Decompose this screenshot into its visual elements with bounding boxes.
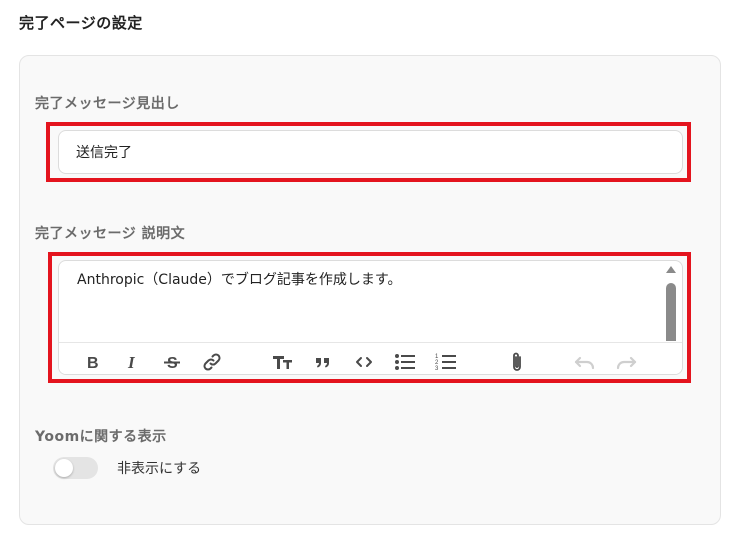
section-title: 完了ページの設定	[19, 14, 143, 32]
undo-button[interactable]	[573, 350, 597, 374]
code-button[interactable]	[352, 350, 376, 374]
redo-icon	[616, 356, 637, 370]
redo-button[interactable]	[614, 350, 638, 374]
description-editor-text[interactable]: Anthropic（Claude）でブログ記事を作成します。	[77, 269, 402, 289]
scroll-up-arrow-icon[interactable]	[666, 266, 676, 273]
strikethrough-icon: S	[164, 355, 180, 371]
quote-icon	[316, 358, 329, 368]
bullet-list-icon	[395, 354, 415, 370]
description-editor[interactable]: Anthropic（Claude）でブログ記事を作成します。 B I S	[58, 260, 683, 375]
svg-text:B: B	[87, 355, 99, 370]
description-highlight-box: Anthropic（Claude）でブログ記事を作成します。 B I S	[48, 252, 691, 383]
editor-toolbar: B I S 123	[59, 342, 682, 374]
heading-input-value: 送信完了	[76, 145, 132, 161]
hide-yoom-toggle[interactable]	[53, 457, 98, 479]
toggle-knob	[55, 459, 73, 477]
numbered-list-icon: 123	[435, 354, 456, 372]
svg-text:I: I	[127, 354, 136, 370]
quote-button[interactable]	[311, 350, 335, 374]
numbered-list-button[interactable]: 123	[434, 350, 458, 374]
attachment-button[interactable]	[505, 350, 529, 374]
scrollbar-thumb[interactable]	[666, 283, 676, 341]
description-field-label: 完了メッセージ 説明文	[35, 226, 186, 242]
link-icon	[203, 353, 221, 371]
italic-button[interactable]: I	[120, 350, 144, 374]
bold-button[interactable]: B	[80, 350, 104, 374]
svg-text:3: 3	[435, 366, 439, 372]
heading-field-label: 完了メッセージ見出し	[35, 96, 180, 112]
heading-icon	[273, 356, 292, 369]
hide-yoom-toggle-label[interactable]: 非表示にする	[117, 458, 201, 478]
attachment-icon	[513, 352, 521, 371]
yoom-display-label: Yoomに関する表示	[35, 429, 167, 445]
italic-icon: I	[127, 354, 136, 370]
bullet-list-button[interactable]	[393, 350, 417, 374]
bold-icon: B	[87, 355, 99, 370]
heading-input[interactable]: 送信完了	[58, 130, 683, 174]
heading-highlight-box: 送信完了	[46, 122, 691, 182]
code-icon	[356, 357, 372, 367]
heading-button[interactable]	[271, 350, 295, 374]
strikethrough-button[interactable]: S	[160, 350, 184, 374]
undo-icon	[574, 356, 595, 370]
link-button[interactable]	[200, 350, 224, 374]
